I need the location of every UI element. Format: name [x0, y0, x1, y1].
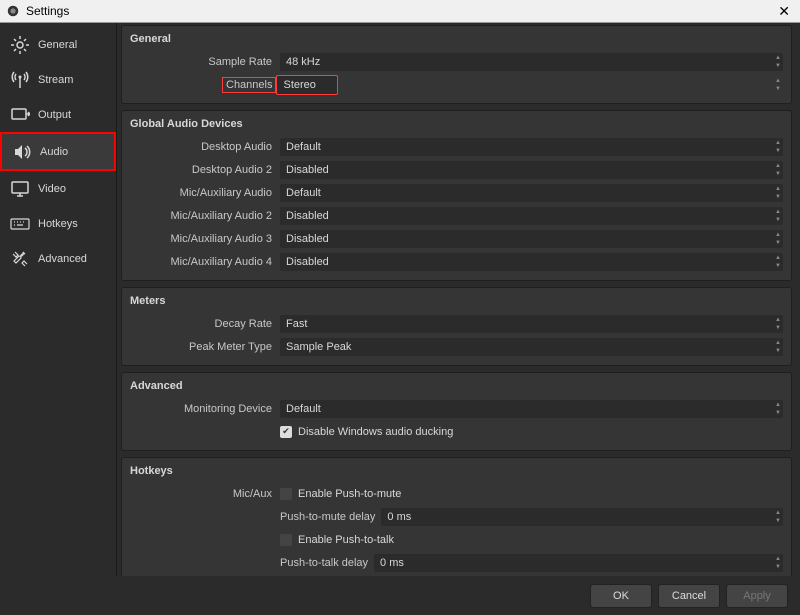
micaux-ptt-delay-input[interactable]: 0 ms▲▼ — [374, 554, 783, 572]
gear-icon — [10, 35, 30, 55]
cancel-button[interactable]: Cancel — [658, 584, 720, 608]
channels-select[interactable]: Stereo — [276, 75, 338, 95]
device-label: Mic/Auxiliary Audio 3 — [122, 233, 280, 245]
sidebar-item-audio[interactable]: Audio — [0, 132, 116, 171]
select-handle-icon: ▲▼ — [775, 231, 781, 247]
tools-icon — [10, 249, 30, 269]
group-advanced: Advanced Monitoring Device Default▲▼ ✔ D… — [121, 372, 792, 451]
micaux-label: Mic/Aux — [122, 488, 280, 500]
sidebar-item-stream[interactable]: Stream — [0, 62, 116, 97]
peak-meter-type-select[interactable]: Sample Peak▲▼ — [280, 338, 783, 356]
settings-content: General Sample Rate 48 kHz▲▼ Channels St… — [117, 23, 800, 576]
device-select[interactable]: Disabled▲▼ — [280, 230, 783, 248]
apply-button[interactable]: Apply — [726, 584, 788, 608]
settings-sidebar: General Stream Output Audio Video Hotkey… — [0, 23, 117, 576]
stepper-icon[interactable]: ▲▼ — [775, 555, 781, 571]
group-title: Advanced — [122, 377, 791, 398]
group-title: Hotkeys — [122, 462, 791, 483]
sidebar-item-hotkeys[interactable]: Hotkeys — [0, 206, 116, 241]
sample-rate-label: Sample Rate — [122, 56, 280, 68]
micaux-ptm-delay-label: Push-to-mute delay — [280, 511, 375, 523]
device-select[interactable]: Default▲▼ — [280, 184, 783, 202]
device-label: Desktop Audio 2 — [122, 164, 280, 176]
sidebar-item-advanced[interactable]: Advanced — [0, 241, 116, 276]
close-icon[interactable]: ✕ — [774, 3, 794, 20]
select-handle-icon: ▲▼ — [775, 54, 781, 70]
select-handle-icon: ▲▼ — [775, 401, 781, 417]
group-title: Meters — [122, 292, 791, 313]
disable-ducking-label: Disable Windows audio ducking — [298, 426, 453, 438]
monitoring-device-select[interactable]: Default▲▼ — [280, 400, 783, 418]
select-handle-icon: ▲▼ — [775, 339, 781, 355]
group-title: General — [122, 30, 791, 51]
app-icon — [6, 4, 20, 18]
decay-rate-select[interactable]: Fast▲▼ — [280, 315, 783, 333]
disable-ducking-checkbox[interactable]: ✔ — [280, 426, 292, 438]
sidebar-item-label: Hotkeys — [38, 218, 78, 230]
sidebar-item-label: Advanced — [38, 253, 87, 265]
channels-label: Channels — [222, 77, 276, 93]
decay-rate-label: Decay Rate — [122, 318, 280, 330]
group-title: Global Audio Devices — [122, 115, 791, 136]
peak-meter-type-label: Peak Meter Type — [122, 341, 280, 353]
micaux-ptt-delay-label: Push-to-talk delay — [280, 557, 368, 569]
device-select[interactable]: Disabled▲▼ — [280, 161, 783, 179]
window-title: Settings — [26, 4, 69, 18]
monitoring-device-label: Monitoring Device — [122, 403, 280, 415]
antenna-icon — [10, 70, 30, 90]
sample-rate-select[interactable]: 48 kHz▲▼ — [280, 53, 783, 71]
select-handle-icon: ▲▼ — [775, 162, 781, 178]
select-handle-icon: ▲▼ — [775, 77, 781, 93]
sidebar-item-label: Stream — [38, 74, 73, 86]
group-meters: Meters Decay Rate Fast▲▼ Peak Meter Type… — [121, 287, 792, 366]
speaker-icon — [12, 142, 32, 162]
device-select[interactable]: Disabled▲▼ — [280, 207, 783, 225]
sidebar-item-label: Video — [38, 183, 66, 195]
device-label: Mic/Auxiliary Audio 2 — [122, 210, 280, 222]
select-handle-icon: ▲▼ — [775, 185, 781, 201]
dialog-footer: OK Cancel Apply — [0, 576, 800, 615]
device-label: Mic/Auxiliary Audio 4 — [122, 256, 280, 268]
group-hotkeys: Hotkeys Mic/Aux Enable Push-to-mute Push… — [121, 457, 792, 576]
device-label: Desktop Audio — [122, 141, 280, 153]
device-select[interactable]: Disabled▲▼ — [280, 253, 783, 271]
stepper-icon[interactable]: ▲▼ — [775, 509, 781, 525]
sidebar-item-label: Output — [38, 109, 71, 121]
micaux-ptm-delay-input[interactable]: 0 ms▲▼ — [381, 508, 783, 526]
monitor-icon — [10, 179, 30, 199]
select-handle-icon: ▲▼ — [775, 316, 781, 332]
micaux-ptm-checkbox[interactable] — [280, 488, 292, 500]
sidebar-item-general[interactable]: General — [0, 27, 116, 62]
sidebar-item-label: General — [38, 39, 77, 51]
select-handle-icon: ▲▼ — [775, 139, 781, 155]
sidebar-item-label: Audio — [40, 146, 68, 158]
select-handle-icon: ▲▼ — [775, 208, 781, 224]
keyboard-icon — [10, 214, 30, 234]
sidebar-item-output[interactable]: Output — [0, 97, 116, 132]
output-icon — [10, 105, 30, 125]
title-bar: Settings ✕ — [0, 0, 800, 23]
group-global-audio-devices: Global Audio Devices Desktop AudioDefaul… — [121, 110, 792, 281]
ok-button[interactable]: OK — [590, 584, 652, 608]
group-general: General Sample Rate 48 kHz▲▼ Channels St… — [121, 25, 792, 104]
sidebar-item-video[interactable]: Video — [0, 171, 116, 206]
micaux-ptt-checkbox[interactable] — [280, 534, 292, 546]
device-label: Mic/Auxiliary Audio — [122, 187, 280, 199]
device-select[interactable]: Default▲▼ — [280, 138, 783, 156]
select-handle-icon: ▲▼ — [775, 254, 781, 270]
